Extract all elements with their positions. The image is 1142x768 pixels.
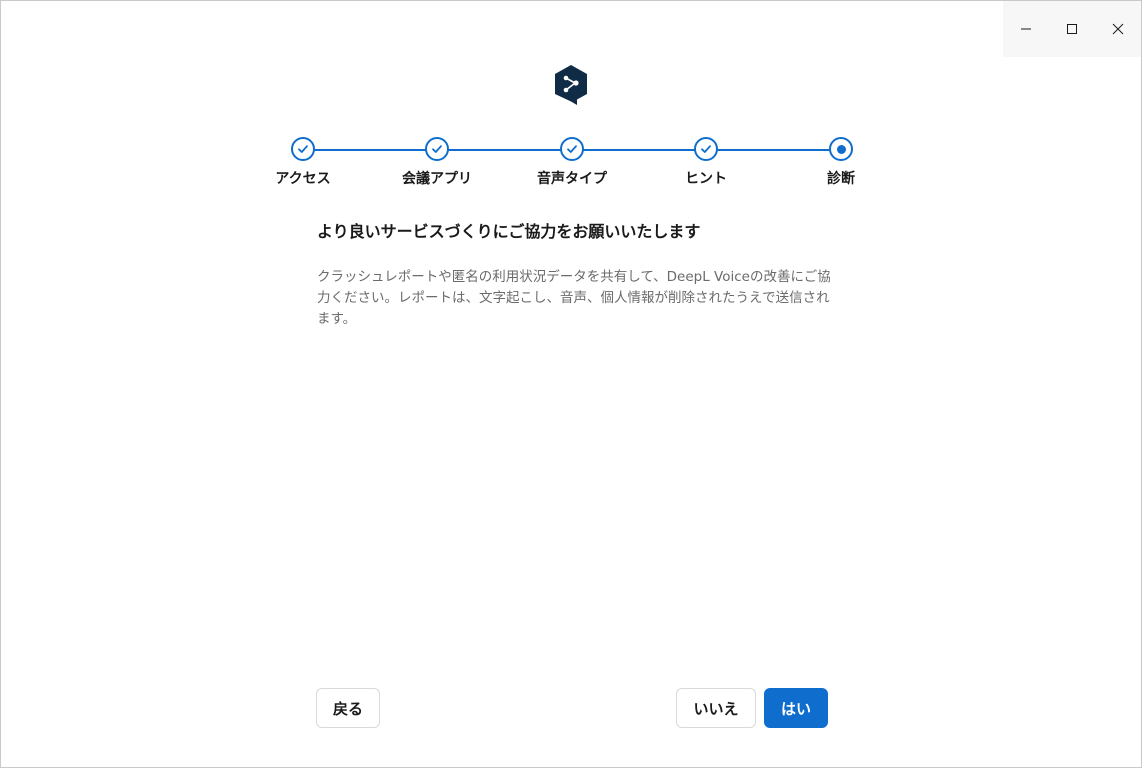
yes-button[interactable]: はい: [764, 688, 828, 728]
step-label: 会議アプリ: [402, 171, 472, 187]
step-hint: ヒント: [646, 137, 766, 188]
step-diagnostics: 診断: [781, 137, 901, 188]
step-access: アクセス: [243, 137, 363, 188]
step-complete-indicator: [291, 137, 315, 161]
step-label: 診断: [827, 171, 855, 187]
no-button[interactable]: いいえ: [676, 688, 756, 728]
page-description: クラッシュレポートや匿名の利用状況データを共有して、DeepL Voiceの改善…: [317, 269, 831, 327]
current-dot-icon: [836, 144, 846, 154]
step-complete-indicator: [560, 137, 584, 161]
step-complete-indicator: [425, 137, 449, 161]
maximize-icon: [1067, 24, 1077, 34]
step-current-indicator: [829, 137, 853, 161]
back-button[interactable]: 戻る: [316, 688, 380, 728]
minimize-icon: [1021, 28, 1031, 30]
step-label: アクセス: [275, 171, 331, 187]
checkmark-icon: [432, 145, 442, 153]
minimize-button[interactable]: [1003, 1, 1049, 57]
checkmark-icon: [567, 145, 577, 153]
step-voice-type: 音声タイプ: [512, 137, 632, 188]
maximize-button[interactable]: [1049, 1, 1095, 57]
deepl-logo-icon: [555, 65, 587, 105]
close-button[interactable]: [1095, 1, 1141, 57]
step-meeting-app: 会議アプリ: [377, 137, 497, 188]
page-heading: より良いサービスづくりにご協力をお願いいたします: [317, 222, 701, 241]
close-icon: [1112, 23, 1124, 35]
step-label: 音声タイプ: [537, 171, 607, 187]
app-window: アクセス 会議アプリ 音声タイプ ヒント 診断 より良いサービスづくりにご協力を…: [0, 0, 1142, 768]
window-caption-buttons: [1003, 1, 1141, 57]
checkmark-icon: [701, 145, 711, 153]
checkmark-icon: [298, 145, 308, 153]
step-complete-indicator: [694, 137, 718, 161]
step-label: ヒント: [685, 171, 727, 187]
